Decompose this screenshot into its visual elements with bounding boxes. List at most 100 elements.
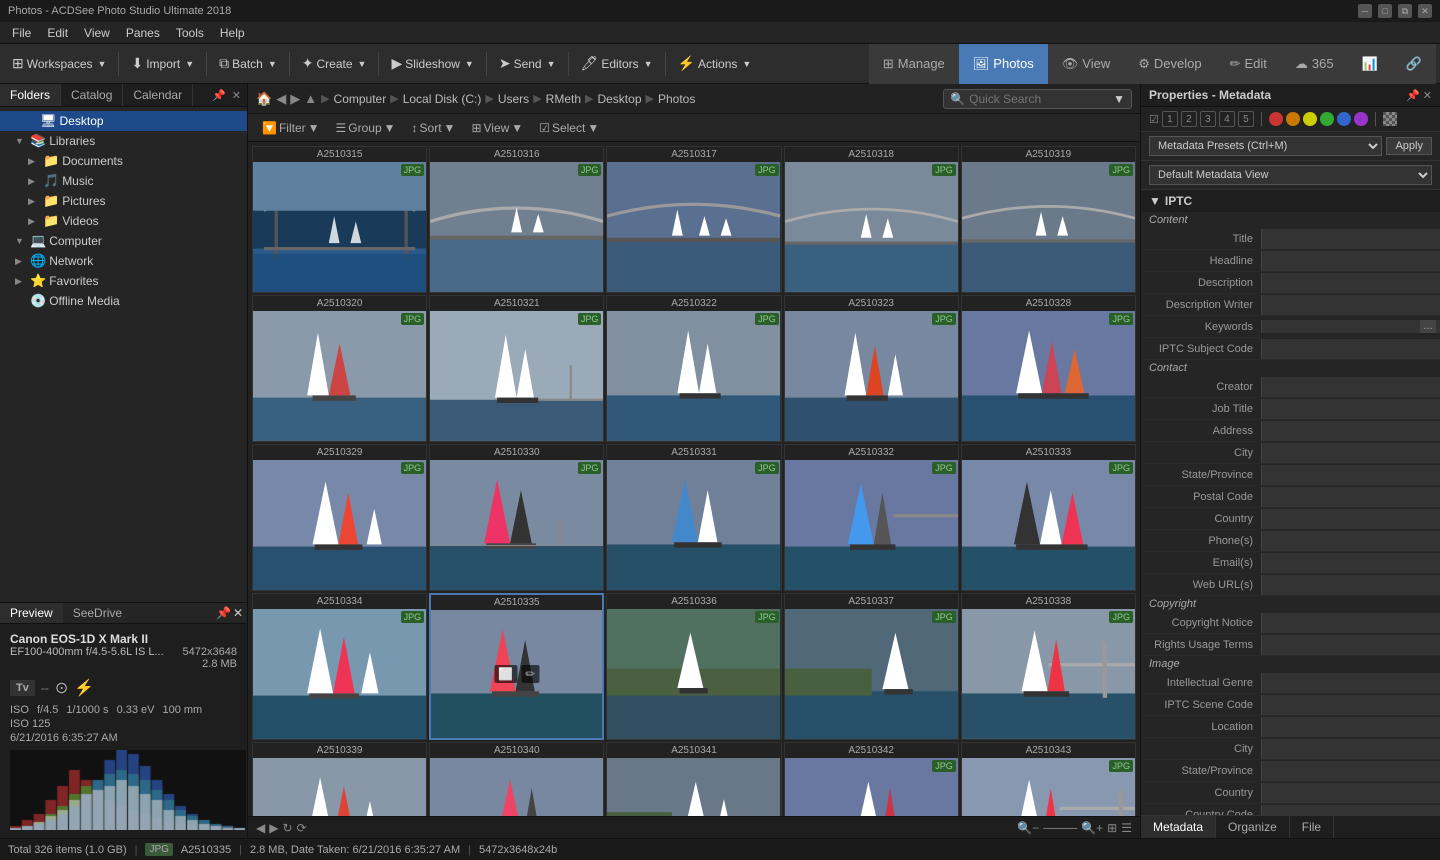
photo-cell[interactable]: A2510334 JPG — [252, 593, 427, 740]
photo-cell[interactable]: A2510336 JPG — [606, 593, 781, 740]
close-preview-icon[interactable]: ✕ — [233, 606, 243, 620]
actions-button[interactable]: ⚡ Actions ▼ — [670, 48, 760, 80]
photo-cell[interactable]: A2510317 JPG — [606, 146, 781, 293]
view-grid-icon[interactable]: ⊞ — [1107, 821, 1117, 835]
editors-button[interactable]: 🖊 Editors ▼ — [573, 48, 661, 80]
filter-button[interactable]: 🔽 Filter ▼ — [256, 119, 326, 137]
photo-cell[interactable]: A2510320 JPG — [252, 295, 427, 442]
refresh-icon[interactable]: ↻ — [282, 821, 292, 835]
metadata-presets-select[interactable]: Metadata Presets (Ctrl+M) — [1149, 136, 1382, 156]
tree-item-offline-media[interactable]: 💿 Offline Media — [0, 291, 247, 311]
view-button[interactable]: ⊞ View ▼ — [465, 119, 529, 137]
photo-cell[interactable]: A2510318 JPG — [784, 146, 959, 293]
tree-item-libraries[interactable]: ▼ 📚 Libraries — [0, 131, 247, 151]
minimize-button[interactable]: ─ — [1358, 4, 1372, 18]
metadata-view-select[interactable]: Default Metadata View — [1149, 165, 1432, 185]
iptc-rights-input[interactable] — [1261, 635, 1440, 655]
rating-5[interactable]: 5 — [1238, 111, 1254, 127]
iptc-scene-input[interactable] — [1261, 695, 1440, 715]
mode-365[interactable]: ☁ 365 — [1281, 44, 1348, 84]
search-dropdown-icon[interactable]: ▼ — [1113, 92, 1125, 106]
photo-cell[interactable]: A2510330 JPG — [429, 444, 604, 591]
menu-help[interactable]: Help — [212, 24, 253, 42]
close-button[interactable]: ✕ — [1418, 4, 1432, 18]
photo-cell[interactable]: A2510328 JPG — [961, 295, 1136, 442]
color-blue[interactable] — [1337, 112, 1351, 126]
tab-folders[interactable]: Folders — [0, 84, 61, 106]
color-yellow[interactable] — [1303, 112, 1317, 126]
scroll-left-icon[interactable]: ◀ — [256, 821, 265, 835]
photo-cell[interactable]: A2510333 JPG — [961, 444, 1136, 591]
mode-stats[interactable]: 📊 — [1348, 44, 1392, 84]
batch-button[interactable]: ⧉ Batch ▼ — [211, 48, 285, 80]
workspaces-button[interactable]: ⊞ Workspaces ▼ — [4, 48, 114, 80]
send-button[interactable]: ➤ Send ▼ — [491, 48, 564, 80]
close-props-icon[interactable]: ✕ — [1423, 89, 1432, 102]
iptc-location-input[interactable] — [1261, 717, 1440, 737]
color-red[interactable] — [1269, 112, 1283, 126]
photo-cell[interactable]: A2510338 JPG — [961, 593, 1136, 740]
iptc-email-input[interactable] — [1261, 553, 1440, 573]
photo-cell[interactable]: A2510340 — [429, 742, 604, 816]
photo-cell[interactable]: A2510342 JPG — [784, 742, 959, 816]
iptc-country-input[interactable] — [1261, 509, 1440, 529]
iptc-country2-input[interactable] — [1261, 783, 1440, 803]
photo-cell[interactable]: A2510341 — [606, 742, 781, 816]
iptc-jobtitle-input[interactable] — [1261, 399, 1440, 419]
photo-cell[interactable]: A2510316 JPG — [429, 146, 604, 293]
iptc-address-input[interactable] — [1261, 421, 1440, 441]
rating-3[interactable]: 3 — [1200, 111, 1216, 127]
photo-cell[interactable]: A2510343 JPG — [961, 742, 1136, 816]
forward-button[interactable]: ▶ — [290, 91, 300, 107]
iptc-countrycode-input[interactable] — [1261, 805, 1440, 816]
zoom-out-icon[interactable]: 🔍− — [1017, 821, 1039, 835]
search-input[interactable] — [969, 92, 1109, 106]
photo-cell[interactable]: A2510321 JPG — [429, 295, 604, 442]
back-button[interactable]: ◀ — [276, 91, 286, 107]
zoom-in-icon[interactable]: 🔍+ — [1081, 821, 1103, 835]
create-button[interactable]: ✦ Create ▼ — [294, 48, 375, 80]
pin-icon[interactable]: 📌 — [216, 606, 231, 620]
menu-tools[interactable]: Tools — [168, 24, 212, 42]
tab-file[interactable]: File — [1290, 816, 1334, 838]
tab-calendar[interactable]: Calendar — [123, 84, 193, 106]
crumb-computer[interactable]: Computer — [334, 92, 387, 106]
photo-cell-selected[interactable]: A2510335 ⬜ ✏ — [429, 593, 604, 740]
iptc-title-input[interactable] — [1261, 229, 1440, 249]
iptc-copyright-notice-input[interactable] — [1261, 613, 1440, 633]
group-button[interactable]: ☰ Group ▼ — [330, 119, 402, 137]
maximize-button[interactable]: □ — [1378, 4, 1392, 18]
tab-seedrive[interactable]: SeeDrive — [63, 603, 132, 623]
photo-cell[interactable]: A2510332 JPG — [784, 444, 959, 591]
slideshow-button[interactable]: ▶ Slideshow ▼ — [383, 48, 481, 80]
tab-metadata[interactable]: Metadata — [1141, 816, 1216, 838]
color-purple[interactable] — [1354, 112, 1368, 126]
photo-cell[interactable]: A2510322 JPG — [606, 295, 781, 442]
iptc-city-input[interactable] — [1261, 443, 1440, 463]
tab-organize[interactable]: Organize — [1216, 816, 1290, 838]
tree-item-favorites[interactable]: ▶ ⭐ Favorites — [0, 271, 247, 291]
iptc-state2-input[interactable] — [1261, 761, 1440, 781]
photo-cell[interactable]: A2510337 JPG — [784, 593, 959, 740]
close-panel-icon[interactable]: ✕ — [230, 87, 243, 104]
menu-view[interactable]: View — [76, 24, 118, 42]
menu-panes[interactable]: Panes — [118, 24, 168, 42]
rating-2[interactable]: 2 — [1181, 111, 1197, 127]
crumb-disk[interactable]: Local Disk (C:) — [403, 92, 482, 106]
import-button[interactable]: ⬇ Import ▼ — [123, 48, 202, 80]
pin-icon[interactable]: 📌 — [210, 87, 228, 104]
apply-button[interactable]: Apply — [1386, 137, 1432, 155]
tree-item-desktop[interactable]: 🖥 Desktop — [0, 111, 247, 131]
menu-file[interactable]: File — [4, 24, 39, 42]
crumb-users[interactable]: Users — [498, 92, 529, 106]
restore-button[interactable]: ⧉ — [1398, 4, 1412, 18]
iptc-state-input[interactable] — [1261, 465, 1440, 485]
menu-edit[interactable]: Edit — [39, 24, 76, 42]
iptc-city2-input[interactable] — [1261, 739, 1440, 759]
tab-preview[interactable]: Preview — [0, 603, 63, 623]
color-green[interactable] — [1320, 112, 1334, 126]
tree-item-documents[interactable]: ▶ 📁 Documents — [0, 151, 247, 171]
view-detail-icon[interactable]: ☰ — [1121, 821, 1132, 835]
photo-cell[interactable]: A2510331 JPG — [606, 444, 781, 591]
keywords-edit-button[interactable]: … — [1420, 320, 1436, 333]
